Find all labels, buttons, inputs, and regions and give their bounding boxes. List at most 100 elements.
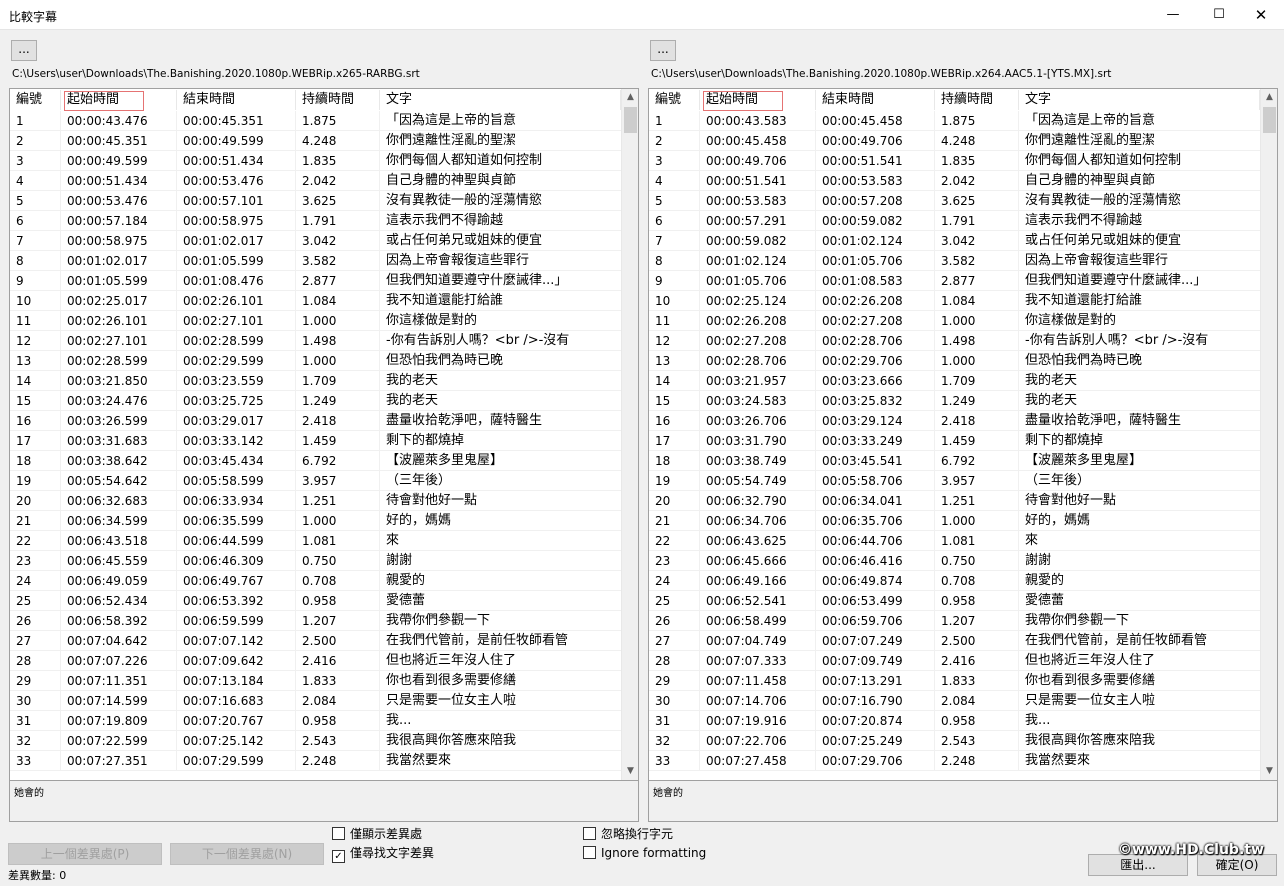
table-row[interactable]: 13 00:02:28.599 00:02:29.599 1.000 但恐怕我們為時已晚 — [10, 351, 621, 371]
table-row[interactable]: 9 00:01:05.706 00:01:08.583 2.877 但我們知道要遵守什麼… — [649, 271, 1260, 291]
table-row[interactable]: 27 00:07:04.749 00:07:07.249 2.500 在我們代管前，是前… — [649, 631, 1260, 651]
table-row[interactable]: 31 00:07:19.916 00:07:20.874 0.958 我... — [649, 711, 1260, 731]
table-row[interactable]: 6 00:00:57.184 00:00:58.975 1.791 這表示我們不得踰越 — [10, 211, 621, 231]
column-header-end[interactable]: 結束時間 — [816, 90, 935, 110]
scroll-down-icon[interactable]: ▼ — [1261, 763, 1277, 780]
column-header-text[interactable]: 文字 — [1019, 90, 1260, 110]
table-row[interactable]: 8 00:01:02.017 00:01:05.599 3.582 因為上帝會報復這些罪… — [10, 251, 621, 271]
table-row[interactable]: 1 00:00:43.583 00:00:45.458 1.875 「因為這是上帝的旨意 — [649, 111, 1260, 131]
table-row[interactable]: 18 00:03:38.642 00:03:45.434 6.792 【波麗萊多里鬼屋】 — [10, 451, 621, 471]
table-row[interactable]: 32 00:07:22.706 00:07:25.249 2.543 我很高興你答應來陪… — [649, 731, 1260, 751]
scroll-down-icon[interactable]: ▼ — [622, 763, 638, 780]
table-row[interactable]: 30 00:07:14.706 00:07:16.790 2.084 只是需要一位女主人… — [649, 691, 1260, 711]
table-row[interactable]: 15 00:03:24.583 00:03:25.832 1.249 我的老天 — [649, 391, 1260, 411]
table-row[interactable]: 18 00:03:38.749 00:03:45.541 6.792 【波麗萊多里鬼屋】 — [649, 451, 1260, 471]
left-scrollbar[interactable]: ▲ ▼ — [621, 89, 638, 780]
table-row[interactable]: 23 00:06:45.559 00:06:46.309 0.750 謝謝 — [10, 551, 621, 571]
table-row[interactable]: 14 00:03:21.850 00:03:23.559 1.709 我的老天 — [10, 371, 621, 391]
table-row[interactable]: 7 00:00:58.975 00:01:02.017 3.042 或占任何弟兄或姐妹的… — [10, 231, 621, 251]
text-only-checkbox[interactable]: ✓ 僅尋找文字差異 — [332, 845, 434, 863]
minimize-icon[interactable]: — — [1150, 0, 1196, 30]
table-row[interactable]: 25 00:06:52.541 00:06:53.499 0.958 愛德蕾 — [649, 591, 1260, 611]
ignore-linebreak-checkbox[interactable]: 忽略換行字元 — [583, 826, 673, 842]
table-row[interactable]: 20 00:06:32.790 00:06:34.041 1.251 待會對他好一點 — [649, 491, 1260, 511]
table-row[interactable]: 19 00:05:54.749 00:05:58.706 3.957 （三年後） — [649, 471, 1260, 491]
checkbox-box[interactable] — [583, 846, 596, 859]
table-row[interactable]: 22 00:06:43.625 00:06:44.706 1.081 來 — [649, 531, 1260, 551]
table-row[interactable]: 33 00:07:27.351 00:07:29.599 2.248 我當然要來 — [10, 751, 621, 771]
table-row[interactable]: 6 00:00:57.291 00:00:59.082 1.791 這表示我們不得踰越 — [649, 211, 1260, 231]
table-row[interactable]: 22 00:06:43.518 00:06:44.599 1.081 來 — [10, 531, 621, 551]
table-row[interactable]: 8 00:01:02.124 00:01:05.706 3.582 因為上帝會報復這些罪… — [649, 251, 1260, 271]
table-row[interactable]: 4 00:00:51.434 00:00:53.476 2.042 自己身體的神聖與貞節 — [10, 171, 621, 191]
prev-diff-button[interactable]: 上一個差異處(P) — [8, 843, 162, 865]
table-row[interactable]: 27 00:07:04.642 00:07:07.142 2.500 在我們代管前，是前… — [10, 631, 621, 651]
table-row[interactable]: 26 00:06:58.392 00:06:59.599 1.207 我帶你們參觀一下 — [10, 611, 621, 631]
table-row[interactable]: 11 00:02:26.101 00:02:27.101 1.000 你這樣做是對的 — [10, 311, 621, 331]
left-detail-text[interactable]: 她會的 — [9, 780, 639, 822]
table-row[interactable]: 9 00:01:05.599 00:01:08.476 2.877 但我們知道要遵守什麼… — [10, 271, 621, 291]
table-row[interactable]: 10 00:02:25.017 00:02:26.101 1.084 我不知道還能打給誰 — [10, 291, 621, 311]
table-row[interactable]: 29 00:07:11.458 00:07:13.291 1.833 你也看到很多需要修… — [649, 671, 1260, 691]
table-row[interactable]: 25 00:06:52.434 00:06:53.392 0.958 愛德蕾 — [10, 591, 621, 611]
only-show-diff-checkbox[interactable]: 僅顯示差異處 — [332, 826, 422, 842]
table-row[interactable]: 20 00:06:32.683 00:06:33.934 1.251 待會對他好一點 — [10, 491, 621, 511]
scroll-up-icon[interactable]: ▲ — [1261, 89, 1277, 106]
table-row[interactable]: 1 00:00:43.476 00:00:45.351 1.875 「因為這是上帝的旨意 — [10, 111, 621, 131]
table-row[interactable]: 28 00:07:07.333 00:07:09.749 2.416 但也將近三年沒人住… — [649, 651, 1260, 671]
left-subtitle-list[interactable]: 編號 起始時間 結束時間 持續時間 文字 1 00:00:43.476 00:00:… — [9, 88, 639, 781]
table-row[interactable]: 14 00:03:21.957 00:03:23.666 1.709 我的老天 — [649, 371, 1260, 391]
column-header-number[interactable]: 編號 — [10, 90, 61, 110]
column-header-duration[interactable]: 持續時間 — [935, 90, 1019, 110]
table-row[interactable]: 17 00:03:31.683 00:03:33.142 1.459 剩下的都燒掉 — [10, 431, 621, 451]
right-scrollbar[interactable]: ▲ ▼ — [1260, 89, 1277, 780]
right-detail-text[interactable]: 她會的 — [648, 780, 1278, 822]
right-browse-button[interactable]: ... — [650, 40, 676, 61]
table-row[interactable]: 30 00:07:14.599 00:07:16.683 2.084 只是需要一位女主人… — [10, 691, 621, 711]
scroll-up-icon[interactable]: ▲ — [622, 89, 638, 106]
table-row[interactable]: 17 00:03:31.790 00:03:33.249 1.459 剩下的都燒掉 — [649, 431, 1260, 451]
checkbox-box[interactable]: ✓ — [332, 850, 345, 863]
table-row[interactable]: 12 00:02:27.208 00:02:28.706 1.498 -你有告訴別人嗎？… — [649, 331, 1260, 351]
table-row[interactable]: 21 00:06:34.706 00:06:35.706 1.000 好的，媽媽 — [649, 511, 1260, 531]
left-browse-button[interactable]: ... — [11, 40, 37, 61]
table-row[interactable]: 24 00:06:49.059 00:06:49.767 0.708 親愛的 — [10, 571, 621, 591]
column-header-end[interactable]: 結束時間 — [177, 90, 296, 110]
table-row[interactable]: 32 00:07:22.599 00:07:25.142 2.543 我很高興你答應來陪… — [10, 731, 621, 751]
table-row[interactable]: 2 00:00:45.458 00:00:49.706 4.248 你們遠離性淫亂的聖潔 — [649, 131, 1260, 151]
column-header-number[interactable]: 編號 — [649, 90, 700, 110]
table-row[interactable]: 19 00:05:54.642 00:05:58.599 3.957 （三年後） — [10, 471, 621, 491]
table-row[interactable]: 24 00:06:49.166 00:06:49.874 0.708 親愛的 — [649, 571, 1260, 591]
right-subtitle-list[interactable]: 編號 起始時間 結束時間 持續時間 文字 1 00:00:43.583 00:00:… — [648, 88, 1278, 781]
checkbox-box[interactable] — [583, 827, 596, 840]
scroll-thumb[interactable] — [624, 107, 637, 133]
table-row[interactable]: 13 00:02:28.706 00:02:29.706 1.000 但恐怕我們為時已晚 — [649, 351, 1260, 371]
table-row[interactable]: 16 00:03:26.706 00:03:29.124 2.418 盡量收拾乾淨吧，薩… — [649, 411, 1260, 431]
table-row[interactable]: 7 00:00:59.082 00:01:02.124 3.042 或占任何弟兄或姐妹的… — [649, 231, 1260, 251]
table-row[interactable]: 23 00:06:45.666 00:06:46.416 0.750 謝謝 — [649, 551, 1260, 571]
column-header-duration[interactable]: 持續時間 — [296, 90, 380, 110]
table-row[interactable]: 5 00:00:53.476 00:00:57.101 3.625 沒有異教徒一般的淫蕩… — [10, 191, 621, 211]
table-row[interactable]: 11 00:02:26.208 00:02:27.208 1.000 你這樣做是對的 — [649, 311, 1260, 331]
table-row[interactable]: 10 00:02:25.124 00:02:26.208 1.084 我不知道還能打給誰 — [649, 291, 1260, 311]
table-row[interactable]: 16 00:03:26.599 00:03:29.017 2.418 盡量收拾乾淨吧，薩… — [10, 411, 621, 431]
table-row[interactable]: 5 00:00:53.583 00:00:57.208 3.625 沒有異教徒一般的淫蕩… — [649, 191, 1260, 211]
table-row[interactable]: 4 00:00:51.541 00:00:53.583 2.042 自己身體的神聖與貞節 — [649, 171, 1260, 191]
maximize-icon[interactable]: ☐ — [1196, 0, 1242, 30]
scroll-thumb[interactable] — [1263, 107, 1276, 133]
table-row[interactable]: 31 00:07:19.809 00:07:20.767 0.958 我... — [10, 711, 621, 731]
checkbox-box[interactable] — [332, 827, 345, 840]
table-row[interactable]: 28 00:07:07.226 00:07:09.642 2.416 但也將近三年沒人住… — [10, 651, 621, 671]
table-row[interactable]: 3 00:00:49.599 00:00:51.434 1.835 你們每個人都知道如何… — [10, 151, 621, 171]
table-row[interactable]: 15 00:03:24.476 00:03:25.725 1.249 我的老天 — [10, 391, 621, 411]
next-diff-button[interactable]: 下一個差異處(N) — [170, 843, 324, 865]
column-header-text[interactable]: 文字 — [380, 90, 621, 110]
table-row[interactable]: 21 00:06:34.599 00:06:35.599 1.000 好的，媽媽 — [10, 511, 621, 531]
table-row[interactable]: 3 00:00:49.706 00:00:51.541 1.835 你們每個人都知道如何… — [649, 151, 1260, 171]
close-icon[interactable]: ✕ — [1238, 0, 1284, 30]
table-row[interactable]: 26 00:06:58.499 00:06:59.706 1.207 我帶你們參觀一下 — [649, 611, 1260, 631]
table-row[interactable]: 2 00:00:45.351 00:00:49.599 4.248 你們遠離性淫亂的聖潔 — [10, 131, 621, 151]
table-row[interactable]: 12 00:02:27.101 00:02:28.599 1.498 -你有告訴別人嗎？… — [10, 331, 621, 351]
table-row[interactable]: 33 00:07:27.458 00:07:29.706 2.248 我當然要來 — [649, 751, 1260, 771]
table-row[interactable]: 29 00:07:11.351 00:07:13.184 1.833 你也看到很多需要修… — [10, 671, 621, 691]
